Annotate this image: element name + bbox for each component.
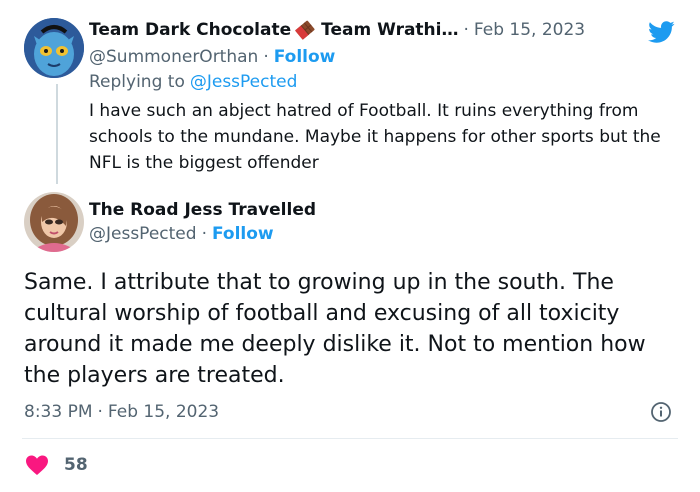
main-handle[interactable]: @JessPected (89, 224, 197, 244)
main-follow-link[interactable]: Follow (212, 224, 274, 244)
main-tweet-text: Same. I attribute that to growing up in … (24, 270, 646, 388)
main-handle-row: @JessPected · Follow (89, 222, 274, 246)
reply-handle-row: @SummonerOrthan · Follow (89, 45, 335, 69)
like-count: 58 (64, 455, 88, 475)
main-time[interactable]: 8:33 PM (24, 402, 93, 422)
reply-follow-link[interactable]: Follow (274, 47, 336, 67)
reply-handle[interactable]: @SummonerOrthan (89, 47, 258, 67)
replying-to-link[interactable]: @JessPected (190, 72, 298, 92)
heart-icon (24, 454, 50, 476)
info-icon[interactable] (650, 401, 672, 423)
main-avatar[interactable] (24, 192, 84, 252)
like-button[interactable]: 58 (24, 453, 88, 477)
reply-tweet-text: I have such an abject hatred of Football… (89, 101, 661, 173)
reply-handle-dot: · (263, 47, 269, 67)
reply-display-name[interactable]: Team Dark Chocolate (89, 20, 291, 40)
reply-avatar-image (24, 18, 84, 78)
thread-connector-line (56, 84, 58, 184)
main-avatar-image (24, 192, 84, 252)
main-handle-dot: · (201, 224, 207, 244)
twitter-bird-icon[interactable] (646, 18, 676, 46)
reply-header: Team Dark Chocolate Team Wrathi… · Feb 1… (89, 17, 585, 43)
reply-separator-dot: · (463, 20, 469, 40)
main-display-name[interactable]: The Road Jess Travelled (89, 198, 316, 222)
replying-to-prefix: Replying to (89, 72, 185, 92)
reply-avatar[interactable] (24, 18, 84, 78)
chocolate-bar-icon (293, 19, 317, 41)
reply-display-name-suffix[interactable]: Team Wrathi… (321, 20, 458, 40)
replying-to-row: Replying to @JessPected (89, 70, 297, 94)
tweet-divider (22, 438, 678, 439)
main-timestamp-row: 8:33 PM · Feb 15, 2023 (24, 400, 219, 424)
reply-date[interactable]: Feb 15, 2023 (474, 20, 585, 40)
main-time-dot: · (97, 402, 103, 422)
main-date[interactable]: Feb 15, 2023 (108, 402, 219, 422)
